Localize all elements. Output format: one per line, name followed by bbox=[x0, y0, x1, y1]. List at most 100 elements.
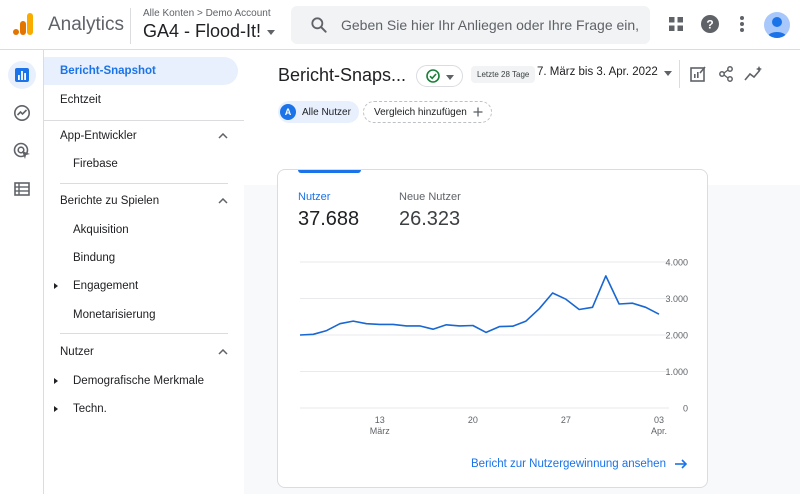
report-status-dropdown[interactable] bbox=[416, 65, 463, 87]
chart-series-line bbox=[299, 275, 660, 336]
x-tick-label: 27 bbox=[561, 415, 571, 425]
plus-icon bbox=[473, 107, 483, 117]
user-acquisition-link[interactable]: Bericht zur Nutzergewinnung ansehen bbox=[471, 458, 688, 470]
nav-section-games[interactable]: Berichte zu Spielen bbox=[44, 187, 230, 215]
customize-report-icon[interactable] bbox=[688, 64, 708, 84]
divider bbox=[60, 183, 228, 184]
user-acquisition-link-label: Bericht zur Nutzergewinnung ansehen bbox=[471, 458, 666, 470]
users-overview-card: Nutzer 37.688 Neue Nutzer 26.323 4.000 3.… bbox=[277, 169, 708, 488]
apps-grid-icon[interactable] bbox=[665, 13, 687, 35]
y-axis-ticks: 4.000 3.000 2.000 1.000 0 bbox=[665, 258, 688, 414]
y-tick-label: 4.000 bbox=[665, 258, 688, 268]
nav-item-label: Echtzeit bbox=[60, 94, 101, 106]
main-content: Bericht-Snaps... Letzte 28 Tage 7. März … bbox=[244, 50, 800, 494]
x-axis-ticks: 13März 20 27 03Apr. bbox=[370, 415, 667, 436]
x-tick-label: 13 bbox=[375, 415, 385, 425]
property-selector[interactable]: GA4 - Flood-It! bbox=[143, 21, 276, 42]
nav-item-label: Techn. bbox=[73, 403, 107, 415]
divider bbox=[130, 8, 131, 44]
breadcrumb-separator: > bbox=[196, 8, 206, 19]
analytics-logo-icon[interactable] bbox=[12, 12, 34, 36]
chevron-up-icon bbox=[218, 198, 228, 204]
breadcrumb-account[interactable]: Demo Account bbox=[206, 8, 271, 19]
segment-badge: A bbox=[280, 104, 296, 120]
nav-section-app-developer[interactable]: App-Entwickler bbox=[44, 122, 230, 150]
chevron-up-icon bbox=[218, 133, 228, 139]
y-tick-label: 0 bbox=[683, 404, 688, 414]
check-circle-icon bbox=[425, 69, 440, 83]
insights-icon[interactable] bbox=[744, 64, 764, 84]
expand-arrow-icon bbox=[54, 406, 58, 412]
breadcrumb[interactable]: Alle Konten > Demo Account bbox=[143, 8, 271, 19]
property-caret-icon bbox=[267, 30, 276, 35]
metric-new-users-label[interactable]: Neue Nutzer bbox=[399, 191, 461, 203]
x-tick-label: 20 bbox=[468, 415, 478, 425]
nav-item-firebase[interactable]: Firebase bbox=[44, 150, 230, 178]
nav-section-label: Nutzer bbox=[60, 346, 94, 358]
nav-item-snapshot[interactable]: Bericht-Snapshot bbox=[44, 57, 238, 85]
user-avatar-icon bbox=[767, 17, 787, 38]
nav-item-engagement[interactable]: Engagement bbox=[44, 272, 230, 300]
chart-grid bbox=[300, 261, 669, 409]
svg-text:?: ? bbox=[706, 18, 713, 32]
metric-users-label[interactable]: Nutzer bbox=[298, 191, 330, 203]
help-icon[interactable]: ? bbox=[699, 13, 721, 35]
top-bar: Analytics Alle Konten > Demo Account GA4… bbox=[0, 0, 800, 50]
configure-icon[interactable] bbox=[8, 175, 36, 203]
nav-item-realtime[interactable]: Echtzeit bbox=[44, 86, 238, 114]
divider bbox=[679, 60, 680, 88]
report-navigation: Bericht-Snapshot Echtzeit App-Entwickler… bbox=[44, 50, 256, 494]
nav-section-label: Berichte zu Spielen bbox=[60, 195, 160, 207]
explore-icon[interactable] bbox=[8, 99, 36, 127]
nav-section-label: App-Entwickler bbox=[60, 130, 137, 142]
share-icon[interactable] bbox=[716, 64, 736, 84]
metric-users-value: 37.688 bbox=[298, 208, 360, 230]
page-title: Bericht-Snaps... bbox=[278, 65, 407, 85]
search-bar[interactable] bbox=[291, 6, 650, 44]
nav-item-label: Bericht-Snapshot bbox=[60, 65, 156, 77]
nav-item-demographics[interactable]: Demografische Merkmale bbox=[44, 367, 230, 395]
y-tick-label: 3.000 bbox=[665, 294, 688, 304]
expand-arrow-icon bbox=[54, 283, 58, 289]
nav-item-label: Bindung bbox=[73, 252, 116, 264]
left-rail bbox=[0, 50, 44, 494]
search-icon bbox=[311, 17, 327, 33]
arrow-right-icon bbox=[674, 459, 688, 469]
segment-label: Alle Nutzer bbox=[302, 106, 351, 118]
segment-chip-all-users[interactable]: A Alle Nutzer bbox=[278, 101, 359, 123]
x-tick-label: 03 bbox=[654, 415, 664, 425]
property-name: GA4 - Flood-It! bbox=[143, 21, 262, 41]
caret-down-icon bbox=[445, 74, 454, 80]
nav-item-label: Firebase bbox=[73, 158, 118, 170]
nav-item-label: Demografische Merkmale bbox=[73, 375, 205, 387]
date-range-label: 7. März bis 3. Apr. 2022 bbox=[537, 66, 658, 78]
nav-section-users[interactable]: Nutzer bbox=[44, 338, 230, 366]
y-tick-label: 2.000 bbox=[665, 331, 688, 341]
x-tick-sublabel: Apr. bbox=[651, 426, 667, 436]
nav-item-label: Monetarisierung bbox=[73, 309, 156, 321]
avatar[interactable] bbox=[764, 12, 790, 38]
divider bbox=[44, 120, 256, 121]
nav-item-retention[interactable]: Bindung bbox=[44, 244, 230, 272]
chevron-up-icon bbox=[218, 349, 228, 355]
search-input[interactable] bbox=[341, 17, 641, 33]
date-range-picker[interactable]: 7. März bis 3. Apr. 2022 bbox=[537, 66, 672, 78]
metric-new-users-value: 26.323 bbox=[399, 208, 461, 230]
nav-item-tech[interactable]: Techn. bbox=[44, 395, 230, 423]
users-line-chart: 4.000 3.000 2.000 1.000 0 13März 20 27 03Apr. bbox=[299, 258, 688, 436]
y-tick-label: 1.000 bbox=[665, 367, 688, 377]
nav-item-monetization[interactable]: Monetarisierung bbox=[44, 301, 230, 329]
add-comparison-label: Vergleich hinzufügen bbox=[374, 106, 467, 118]
caret-down-icon bbox=[663, 70, 672, 76]
add-comparison-button[interactable]: Vergleich hinzufügen bbox=[363, 101, 492, 123]
more-vert-icon[interactable] bbox=[731, 13, 753, 35]
app-title: Analytics bbox=[48, 14, 125, 35]
breadcrumb-all-accounts[interactable]: Alle Konten bbox=[143, 8, 194, 19]
active-metric-indicator bbox=[298, 170, 361, 173]
expand-arrow-icon bbox=[54, 378, 58, 384]
advertising-icon[interactable] bbox=[8, 137, 36, 165]
reports-icon[interactable] bbox=[8, 61, 36, 89]
nav-item-acquisition[interactable]: Akquisition bbox=[44, 216, 230, 244]
divider bbox=[60, 333, 228, 334]
nav-item-label: Engagement bbox=[73, 280, 139, 292]
